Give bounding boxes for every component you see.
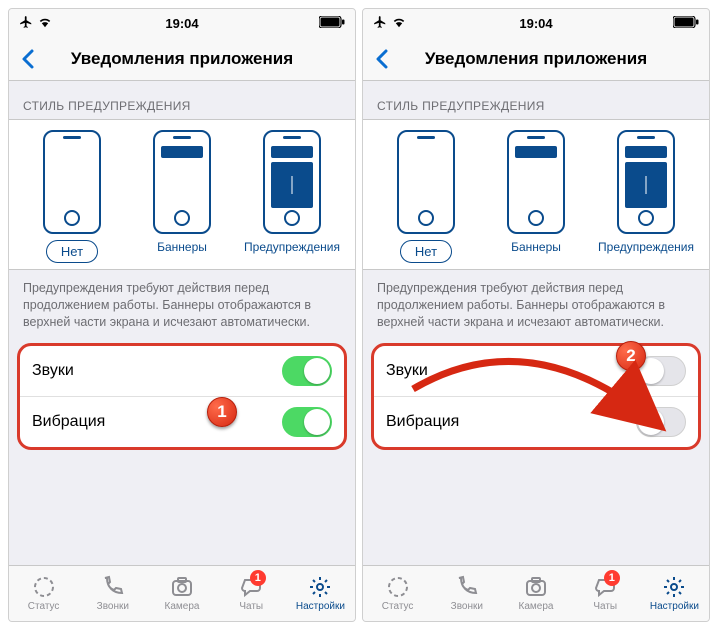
tab-chats-label: Чаты bbox=[593, 601, 617, 612]
alert-style-row: Нет Баннеры Предупреждения bbox=[9, 119, 355, 270]
tab-bar: Статус Звонки Камера 1 Чаты Настройки bbox=[363, 565, 709, 621]
screen-1: 19:04 Уведомления приложения СТИЛЬ ПРЕДУ… bbox=[8, 8, 356, 622]
battery-icon bbox=[673, 16, 699, 31]
callout-marker-2: 2 bbox=[616, 341, 646, 371]
alert-style-alerts-label: Предупреждения bbox=[598, 240, 694, 254]
alert-style-alerts[interactable]: Предупреждения bbox=[591, 130, 701, 263]
toggles-group: Звуки Вибрация bbox=[17, 343, 347, 450]
battery-icon bbox=[319, 16, 345, 31]
status-bar: 19:04 bbox=[9, 9, 355, 37]
tab-calls[interactable]: Звонки bbox=[432, 566, 501, 621]
alert-style-description: Предупреждения требуют действия перед пр… bbox=[9, 270, 355, 339]
tab-settings-label: Настройки bbox=[650, 601, 699, 612]
status-bar: 19:04 bbox=[363, 9, 709, 37]
sounds-toggle[interactable] bbox=[282, 356, 332, 386]
callout-marker-1: 1 bbox=[207, 397, 237, 427]
vibration-toggle[interactable] bbox=[636, 407, 686, 437]
airplane-icon bbox=[373, 15, 387, 32]
alert-style-banners-label: Баннеры bbox=[157, 240, 207, 254]
sounds-label: Звуки bbox=[32, 362, 74, 380]
chats-badge: 1 bbox=[250, 570, 266, 586]
screen-2: 19:04 Уведомления приложения СТИЛЬ ПРЕДУ… bbox=[362, 8, 710, 622]
wifi-icon bbox=[37, 15, 53, 32]
page-title: Уведомления приложения bbox=[363, 49, 709, 69]
alert-style-description: Предупреждения требуют действия перед пр… bbox=[363, 270, 709, 339]
chats-badge: 1 bbox=[604, 570, 620, 586]
alert-style-none[interactable]: Нет bbox=[371, 130, 481, 263]
alert-style-none-label: Нет bbox=[400, 240, 452, 263]
tab-settings[interactable]: Настройки bbox=[286, 566, 355, 621]
nav-bar: Уведомления приложения bbox=[9, 37, 355, 81]
vibration-row: Вибрация bbox=[20, 396, 344, 447]
nav-bar: Уведомления приложения bbox=[363, 37, 709, 81]
back-button[interactable] bbox=[371, 47, 395, 71]
alert-style-banners[interactable]: Баннеры bbox=[481, 130, 591, 263]
sounds-row: Звуки bbox=[20, 346, 344, 396]
vibration-row: Вибрация bbox=[374, 396, 698, 447]
tab-status[interactable]: Статус bbox=[9, 566, 78, 621]
tab-settings-label: Настройки bbox=[296, 601, 345, 612]
sounds-label: Звуки bbox=[386, 362, 428, 380]
clock: 19:04 bbox=[363, 16, 709, 31]
toggles-group: Звуки Вибрация bbox=[371, 343, 701, 450]
tab-status[interactable]: Статус bbox=[363, 566, 432, 621]
vibration-toggle[interactable] bbox=[282, 407, 332, 437]
back-button[interactable] bbox=[17, 47, 41, 71]
alert-style-banners-label: Баннеры bbox=[511, 240, 561, 254]
alert-style-header: СТИЛЬ ПРЕДУПРЕЖДЕНИЯ bbox=[363, 81, 709, 119]
alert-style-none-label: Нет bbox=[46, 240, 98, 263]
sounds-row: Звуки bbox=[374, 346, 698, 396]
tab-chats[interactable]: 1 Чаты bbox=[217, 566, 286, 621]
alert-style-header: СТИЛЬ ПРЕДУПРЕЖДЕНИЯ bbox=[9, 81, 355, 119]
tab-calls[interactable]: Звонки bbox=[78, 566, 147, 621]
tab-camera-label: Камера bbox=[165, 601, 200, 612]
alert-style-banners[interactable]: Баннеры bbox=[127, 130, 237, 263]
alert-style-alerts[interactable]: Предупреждения bbox=[237, 130, 347, 263]
tab-bar: Статус Звонки Камера 1 Чаты Настройки bbox=[9, 565, 355, 621]
wifi-icon bbox=[391, 15, 407, 32]
vibration-label: Вибрация bbox=[32, 413, 105, 431]
tab-calls-label: Звонки bbox=[97, 601, 129, 612]
tab-camera-label: Камера bbox=[519, 601, 554, 612]
tab-status-label: Статус bbox=[28, 601, 60, 612]
tab-status-label: Статус bbox=[382, 601, 414, 612]
vibration-label: Вибрация bbox=[386, 413, 459, 431]
airplane-icon bbox=[19, 15, 33, 32]
tab-calls-label: Звонки bbox=[451, 601, 483, 612]
alert-style-none[interactable]: Нет bbox=[17, 130, 127, 263]
clock: 19:04 bbox=[9, 16, 355, 31]
page-title: Уведомления приложения bbox=[9, 49, 355, 69]
tab-camera[interactable]: Камера bbox=[501, 566, 570, 621]
tab-settings[interactable]: Настройки bbox=[640, 566, 709, 621]
tab-camera[interactable]: Камера bbox=[147, 566, 216, 621]
alert-style-row: Нет Баннеры Предупреждения bbox=[363, 119, 709, 270]
alert-style-alerts-label: Предупреждения bbox=[244, 240, 340, 254]
tab-chats[interactable]: 1 Чаты bbox=[571, 566, 640, 621]
tab-chats-label: Чаты bbox=[239, 601, 263, 612]
